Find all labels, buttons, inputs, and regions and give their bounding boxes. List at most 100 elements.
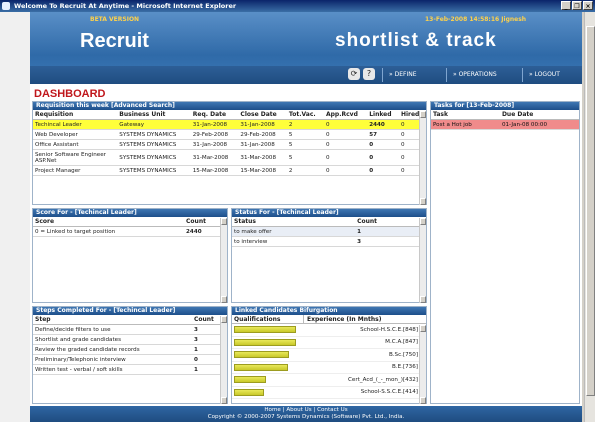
maximize-button[interactable]: ❐ bbox=[572, 1, 582, 10]
table-cell: 0 bbox=[367, 139, 399, 150]
table-cell: 15-Mar-2008 bbox=[238, 165, 287, 176]
minimize-button[interactable]: _ bbox=[561, 1, 571, 10]
table-cell: Office Assistant bbox=[33, 139, 118, 150]
tasks-header: Tasks for [13-Feb-2008] bbox=[431, 102, 579, 110]
status-table: Status Count to make offer 1 to interview 3 bbox=[232, 217, 426, 247]
scroll-down-arrow[interactable] bbox=[420, 296, 426, 303]
table-row[interactable]: to make offer 1 bbox=[232, 226, 426, 237]
table-cell: 31-Jan-2008 bbox=[238, 119, 287, 130]
table-row[interactable]: Web Developer SYSTEMS DYNAMICS 29-Feb-2008… bbox=[33, 129, 426, 140]
scroll-up-arrow[interactable] bbox=[420, 111, 426, 118]
column-header: Status bbox=[232, 217, 356, 227]
bar-row: M.C.A.[847] bbox=[232, 337, 420, 349]
bifurcation-header: Linked Candidates Bifurgation bbox=[232, 307, 426, 315]
beta-label: BETA VERSION bbox=[90, 16, 140, 23]
table-row[interactable]: Techincal Leader Gateway 31-Jan-2008 31-Jan… bbox=[33, 119, 426, 130]
table-cell: 31-Mar-2008 bbox=[238, 149, 287, 166]
steps-scrollbar[interactable] bbox=[220, 316, 227, 404]
steps-panel: Steps Completed For - [Techincal Leader]… bbox=[32, 306, 228, 404]
table-cell: 57 bbox=[367, 129, 399, 140]
scroll-down-arrow[interactable] bbox=[420, 397, 426, 404]
table-cell: Shortlist and grade candidates bbox=[33, 334, 192, 345]
bar bbox=[234, 363, 288, 371]
table-row[interactable]: Written test - verbal / soft skills 1 bbox=[33, 364, 227, 375]
status-panel: Status For - [Techincal Leader] Status Co… bbox=[231, 208, 427, 303]
requisition-header[interactable]: Requisition this week [Advanced Search] bbox=[33, 102, 426, 110]
scroll-up-arrow[interactable] bbox=[221, 218, 227, 225]
table-row[interactable]: Define/decide filters to use 3 bbox=[33, 324, 227, 335]
refresh-icon[interactable]: ⟳ bbox=[348, 68, 360, 80]
tab-qualifications[interactable]: Qualifications bbox=[232, 315, 304, 323]
table-cell: 0 bbox=[323, 149, 368, 166]
nav-operations[interactable]: » OPERATIONS bbox=[446, 68, 497, 82]
table-cell: Review the graded candidate records bbox=[33, 344, 192, 355]
table-row[interactable]: Review the graded candidate records 1 bbox=[33, 344, 227, 355]
table-row[interactable]: Office Assistant SYSTEMS DYNAMICS 31-Jan-2… bbox=[33, 139, 426, 150]
bar-label: School-H.S.C.E.[848] bbox=[360, 326, 418, 333]
steps-table: Step Count Define/decide filters to use 3 S… bbox=[33, 315, 227, 375]
bifurcation-bars: School-H.S.C.E.[848] M.C.A.[847] B.Sc.[750… bbox=[232, 324, 420, 399]
table-cell: 0 bbox=[323, 165, 368, 176]
scroll-up-arrow[interactable] bbox=[221, 316, 227, 323]
date-user-info: 13-Feb-2008 14:58:16 Jignesh bbox=[425, 16, 527, 23]
table-cell: Web Developer bbox=[33, 129, 118, 140]
bar-row: School-S.S.C.E.[414] bbox=[232, 387, 420, 399]
requisition-panel: Requisition this week [Advanced Search] … bbox=[32, 101, 427, 205]
score-scrollbar[interactable] bbox=[220, 218, 227, 303]
footer-link-home[interactable]: Home bbox=[264, 407, 281, 413]
footer-link-about[interactable]: About Us bbox=[286, 407, 311, 413]
table-cell: 1 bbox=[355, 226, 426, 237]
bar bbox=[234, 388, 264, 396]
footer: Home | About Us | Contact Us Copyright ©… bbox=[30, 406, 582, 422]
requisition-scrollbar[interactable] bbox=[419, 111, 426, 205]
table-cell: 2440 bbox=[367, 119, 399, 130]
table-cell: 5 bbox=[286, 129, 324, 140]
table-row[interactable]: 0 = Linked to target position 2440 bbox=[33, 226, 227, 237]
bar bbox=[234, 338, 296, 346]
bar-row: B.Sc.[750] bbox=[232, 349, 420, 362]
table-cell: 29-Feb-2008 bbox=[190, 129, 239, 140]
scroll-down-arrow[interactable] bbox=[221, 397, 227, 404]
page-gutter bbox=[0, 12, 30, 422]
copyright: Copyright © 2000-2007 Systems Dynamics (… bbox=[207, 414, 405, 420]
table-cell: 0 bbox=[367, 165, 399, 176]
nav-icons: ⟳ ? bbox=[348, 68, 375, 80]
score-header: Score For - [Techincal Leader] bbox=[33, 209, 227, 217]
scroll-up-arrow[interactable] bbox=[420, 218, 426, 225]
table-cell: Post a Hot job bbox=[431, 119, 500, 130]
nav-define[interactable]: » DEFINE bbox=[382, 68, 417, 82]
window-scrollbar[interactable] bbox=[584, 12, 595, 422]
table-row[interactable]: to interview 3 bbox=[232, 236, 426, 247]
bar bbox=[234, 351, 289, 359]
table-row[interactable]: Project Manager SYSTEMS DYNAMICS 15-Mar-20… bbox=[33, 165, 426, 176]
status-scrollbar[interactable] bbox=[419, 218, 426, 303]
column-header: Task bbox=[431, 110, 500, 120]
table-cell: 15-Mar-2008 bbox=[190, 165, 239, 176]
page-title: DASHBOARD bbox=[34, 88, 106, 100]
window-title: Welcome To Recruit At Anytime - Microsof… bbox=[14, 2, 237, 10]
column-header: Due Date bbox=[499, 110, 579, 120]
table-row[interactable]: Preliminary/Telephonic interview 0 bbox=[33, 354, 227, 365]
tasks-table: Task Due Date Post a Hot job 01-Jan-08 00:… bbox=[431, 110, 579, 130]
table-cell: Gateway bbox=[117, 119, 191, 130]
close-button[interactable]: × bbox=[583, 1, 593, 10]
scroll-down-arrow[interactable] bbox=[420, 198, 426, 205]
footer-link-contact[interactable]: Contact Us bbox=[317, 407, 348, 413]
tab-experience[interactable]: Experience (In Mnths) bbox=[304, 315, 381, 323]
table-row[interactable]: Shortlist and grade candidates 3 bbox=[33, 334, 227, 345]
bar-label: M.C.A.[847] bbox=[385, 339, 418, 346]
table-row[interactable]: Senior Software Engineer ASP.Net SYSTEMS … bbox=[33, 149, 426, 166]
table-row[interactable]: Post a Hot job 01-Jan-08 00:00 bbox=[431, 119, 579, 130]
scroll-up-arrow[interactable] bbox=[420, 325, 426, 332]
scrollbar-thumb[interactable] bbox=[586, 26, 595, 396]
brand-logo: Recruit bbox=[80, 30, 149, 52]
bifurcation-panel: Linked Candidates Bifurgation Qualificat… bbox=[231, 306, 427, 404]
score-panel: Score For - [Techincal Leader] Score Coun… bbox=[32, 208, 228, 303]
table-cell: to make offer bbox=[232, 226, 356, 237]
column-header: Step bbox=[33, 315, 192, 325]
table-cell: Project Manager bbox=[33, 165, 118, 176]
scroll-down-arrow[interactable] bbox=[221, 296, 227, 303]
help-icon[interactable]: ? bbox=[363, 68, 375, 80]
bifurcation-scrollbar[interactable] bbox=[419, 325, 426, 404]
nav-logout[interactable]: » LOGOUT bbox=[522, 68, 560, 82]
